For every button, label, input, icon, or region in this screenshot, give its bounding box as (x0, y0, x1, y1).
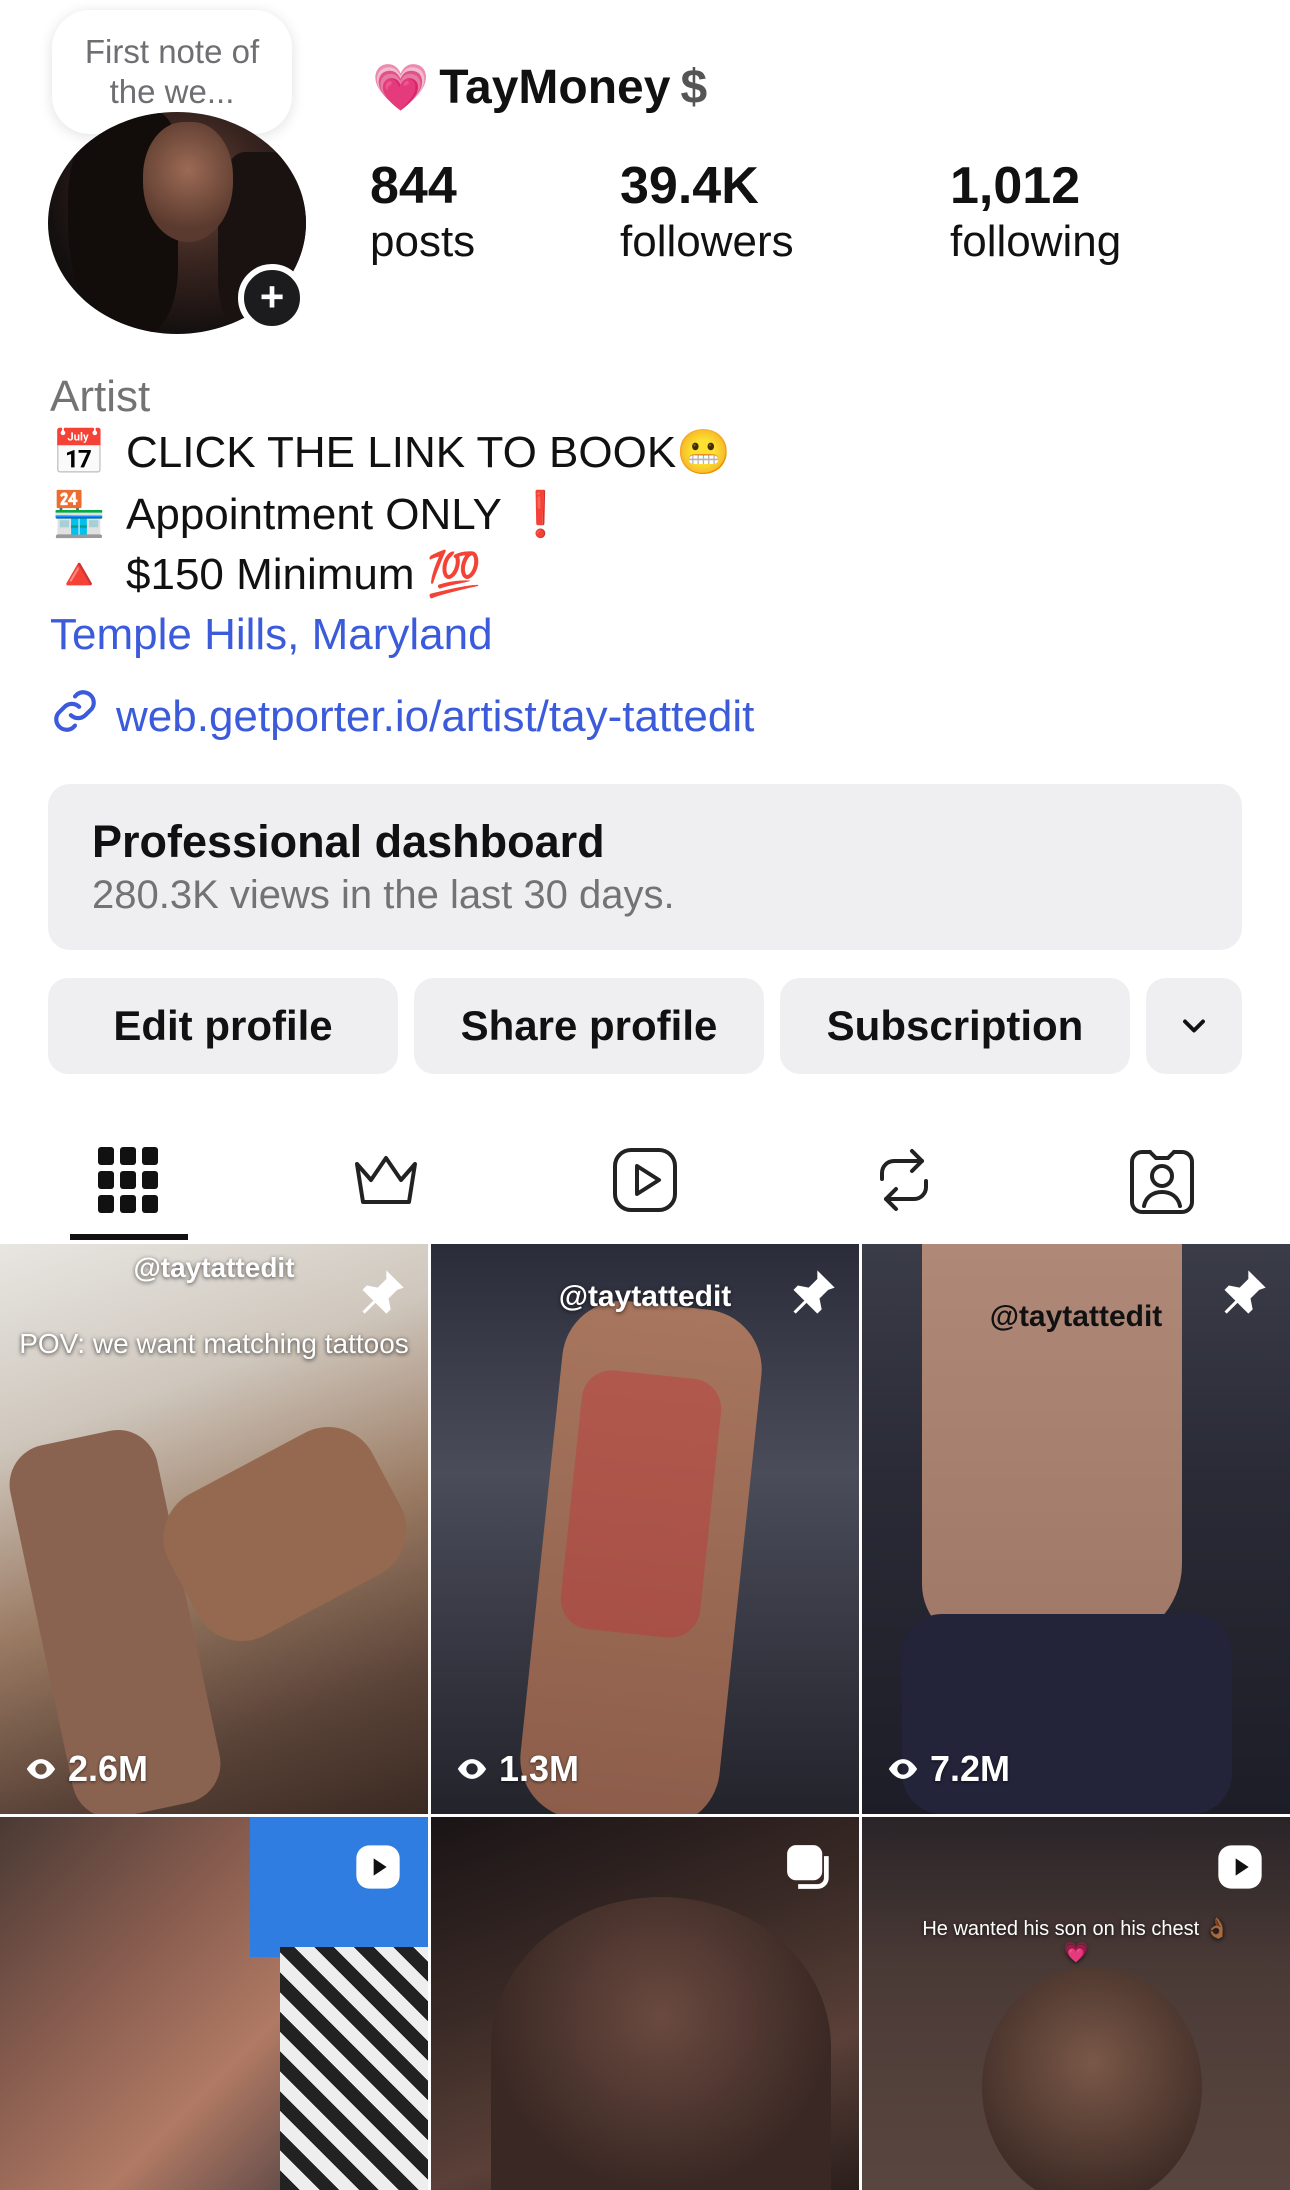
post-caption: POV: we want matching tattoos (19, 1328, 409, 1359)
tab-subscriptions[interactable] (346, 1140, 426, 1220)
grid-post[interactable]: @taytattedit 1.3M (431, 1244, 859, 1814)
pin-icon (793, 1270, 835, 1314)
following-label: following (950, 217, 1122, 266)
play-eye-icon (457, 1759, 487, 1779)
following-stat[interactable]: 1,012 following (950, 158, 1121, 270)
pin-icon (362, 1270, 404, 1314)
tagged-person-icon (1130, 1150, 1194, 1214)
tab-reposts[interactable] (864, 1140, 944, 1220)
suggested-dropdown-button[interactable] (1146, 978, 1242, 1074)
view-count: 7.2M (886, 1748, 1010, 1790)
followers-label: followers (620, 217, 794, 266)
triangle-icon: 🔺 (51, 550, 107, 599)
bio-line: 📅 CLICK THE LINK TO BOOK😬 (51, 428, 731, 477)
professional-dashboard[interactable]: Professional dashboard 280.3K views in t… (48, 784, 1242, 950)
play-eye-icon (26, 1759, 56, 1779)
tab-tagged[interactable] (1122, 1140, 1202, 1220)
tab-grid[interactable] (88, 1140, 168, 1220)
link-icon (50, 686, 100, 747)
calendar-icon: 📅 (51, 428, 107, 477)
view-count: 1.3M (455, 1748, 579, 1790)
dashboard-title: Professional dashboard (92, 816, 605, 867)
active-tab-indicator (70, 1234, 188, 1240)
posts-count: 844 (370, 157, 457, 215)
subscription-button[interactable]: Subscription (780, 978, 1130, 1074)
bio-link[interactable]: web.getporter.io/artist/tay-tattedit (50, 686, 754, 747)
pin-icon (1224, 1270, 1266, 1314)
carousel-icon (787, 1845, 829, 1889)
post-caption: He wanted his son on his chest 👌🏾💗 (922, 1918, 1230, 1964)
crown-icon (355, 1156, 417, 1204)
grid-post[interactable] (0, 1817, 428, 2190)
share-profile-button[interactable]: Share profile (414, 978, 764, 1074)
followers-stat[interactable]: 39.4K followers (620, 158, 794, 270)
reel-icon (356, 1845, 400, 1889)
reel-icon (1218, 1845, 1262, 1889)
posts-label: posts (370, 217, 476, 266)
bio-category: Artist (50, 372, 151, 421)
followers-count: 39.4K (620, 157, 759, 215)
repost-icon (880, 1149, 928, 1211)
edit-profile-button[interactable]: Edit profile (48, 978, 398, 1074)
bio-line: 🔺 $150 Minimum 💯 (51, 550, 482, 599)
play-eye-icon (888, 1759, 918, 1779)
posts-stat[interactable]: 844 posts (370, 158, 475, 270)
bio-line: 🏪 Appointment ONLY ❗ (51, 490, 569, 539)
dollar-icon: $ (680, 61, 708, 114)
following-count: 1,012 (950, 157, 1081, 215)
reels-icon (613, 1148, 677, 1212)
profile-tabs (0, 1120, 1290, 1244)
add-story-button[interactable]: + (238, 264, 306, 332)
grid-post[interactable]: He wanted his son on his chest 👌🏾💗 (862, 1817, 1290, 2190)
grid-icon (98, 1147, 158, 1213)
view-count: 2.6M (24, 1748, 148, 1790)
grid-post[interactable]: @taytattedit POV: we want matching tatto… (0, 1244, 428, 1814)
note-text: First note of the we... (84, 33, 260, 110)
bio-location[interactable]: Temple Hills, Maryland (50, 610, 493, 660)
chevron-down-icon (1183, 1019, 1205, 1033)
tab-reels[interactable] (605, 1140, 685, 1220)
posts-grid: @taytattedit POV: we want matching tatto… (0, 1244, 1290, 2190)
grid-post[interactable]: @taytattedit 7.2M (862, 1244, 1290, 1814)
grid-post[interactable] (431, 1817, 859, 2190)
dashboard-subtitle: 280.3K views in the last 30 days. (92, 873, 675, 917)
profile-username: 💗 TayMoney $ (372, 61, 708, 114)
store-icon: 🏪 (51, 490, 107, 539)
heart-icon: 💗 (372, 61, 430, 113)
